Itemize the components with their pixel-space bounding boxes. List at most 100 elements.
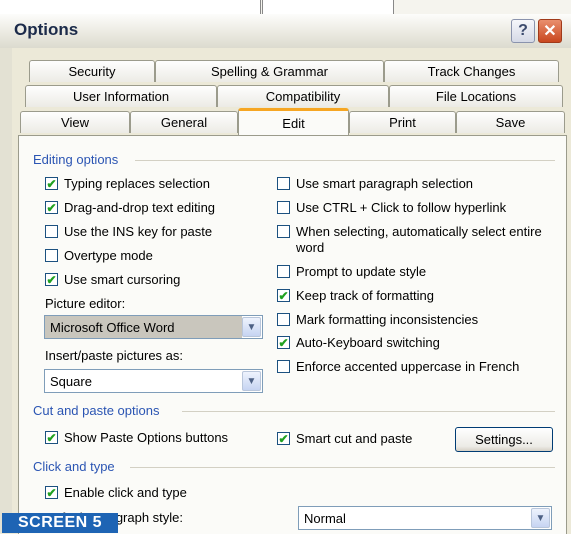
tab-label: User Information (72, 89, 170, 104)
smart-cut-paste-checkbox[interactable]: ✔ Smart cut and paste (277, 431, 412, 447)
editing-options-header: Editing options (33, 152, 119, 167)
checkbox-box: ✔ (45, 201, 58, 214)
cut-paste-options-header: Cut and paste options (33, 403, 160, 418)
checkbox-box: ✔ (45, 273, 58, 286)
enable-click-type-checkbox[interactable]: ✔ Enable click and type (45, 485, 187, 501)
smart-cursoring-checkbox[interactable]: ✔ Use smart cursoring (45, 272, 180, 288)
checkbox-label: Keep track of formatting (296, 288, 435, 303)
checkbox-label: Enforce accented uppercase in French (296, 359, 520, 374)
title-bar: Options ? ✕ (0, 14, 571, 49)
smart-paragraph-selection-checkbox[interactable]: Use smart paragraph selection (277, 176, 473, 192)
tab-label: File Locations (435, 89, 517, 104)
checkbox-box: ✔ (277, 289, 290, 302)
checkbox-box (45, 225, 58, 238)
tab-spelling-grammar[interactable]: Spelling & Grammar (155, 60, 384, 82)
help-icon: ? (518, 22, 528, 39)
tab-label: Security (68, 64, 116, 79)
checkbox-label: Use smart cursoring (64, 272, 181, 287)
check-icon: ✔ (278, 335, 289, 350)
checkbox-label: Show Paste Options buttons (64, 430, 229, 445)
check-icon: ✔ (278, 431, 289, 446)
ins-key-paste-checkbox[interactable]: Use the INS key for paste (45, 224, 212, 240)
tab-print[interactable]: Print (349, 111, 456, 133)
overtype-mode-checkbox[interactable]: Overtype mode (45, 248, 153, 264)
settings-button[interactable]: Settings... (455, 427, 553, 452)
checkbox-box: ✔ (45, 431, 58, 444)
checkbox-box (277, 265, 290, 278)
ctrl-click-hyperlink-checkbox[interactable]: Use CTRL + Click to follow hyperlink (277, 200, 506, 216)
tab-label: Track Changes (427, 64, 516, 79)
tab-track-changes[interactable]: Track Changes (384, 60, 559, 82)
auto-keyboard-switching-checkbox[interactable]: ✔ Auto-Keyboard switching (277, 335, 440, 351)
tab-label: General (160, 115, 208, 130)
insert-paste-select[interactable]: Square ▼ (44, 369, 263, 393)
tab-label: Edit (282, 115, 305, 131)
checkbox-box: ✔ (277, 432, 290, 445)
chevron-down-icon[interactable]: ▼ (531, 508, 550, 528)
tab-security[interactable]: Security (29, 60, 155, 82)
drag-drop-editing-checkbox[interactable]: ✔ Drag-and-drop text editing (45, 200, 215, 216)
checkbox-box (277, 360, 290, 373)
tab-compatibility[interactable]: Compatibility (217, 85, 389, 107)
group-divider (182, 411, 555, 412)
click-and-type-header: Click and type (33, 459, 115, 474)
checkbox-label: Use the INS key for paste (64, 224, 213, 239)
picture-editor-select[interactable]: Microsoft Office Word ▼ (44, 315, 263, 339)
select-value: Microsoft Office Word (45, 316, 242, 338)
check-icon: ✔ (46, 430, 57, 445)
typing-replaces-selection-checkbox[interactable]: ✔ Typing replaces selection (45, 176, 210, 192)
chevron-down-icon[interactable]: ▼ (242, 317, 261, 337)
check-icon: ✔ (46, 176, 57, 191)
insert-paste-label: Insert/paste pictures as: (45, 348, 184, 363)
select-value: Square (50, 373, 92, 389)
select-entire-word-checkbox[interactable]: When selecting, automatically select ent… (277, 224, 547, 256)
checkbox-box: ✔ (277, 336, 290, 349)
checkbox-box (277, 225, 290, 238)
tab-label: Save (495, 115, 526, 130)
checkbox-label: When selecting, automatically select ent… (296, 224, 542, 255)
keep-track-formatting-checkbox[interactable]: ✔ Keep track of formatting (277, 288, 434, 304)
picture-editor-label: Picture editor: (45, 296, 126, 311)
tab-general[interactable]: General (130, 111, 238, 133)
default-paragraph-style-select[interactable]: Normal ▼ (298, 506, 552, 530)
checkbox-label: Typing replaces selection (64, 176, 210, 191)
tab-save[interactable]: Save (456, 111, 565, 133)
group-divider (135, 160, 555, 161)
checkbox-label: Use CTRL + Click to follow hyperlink (296, 200, 507, 215)
checkbox-box: ✔ (45, 486, 58, 499)
checkbox-label: Smart cut and paste (296, 431, 413, 446)
checkbox-label: Drag-and-drop text editing (64, 200, 216, 215)
checkbox-box (277, 177, 290, 190)
checkbox-label: Use smart paragraph selection (296, 176, 474, 191)
tab-label: Spelling & Grammar (210, 64, 329, 79)
check-icon: ✔ (46, 272, 57, 287)
checkbox-label: Auto-Keyboard switching (296, 335, 440, 350)
checkbox-label: Enable click and type (64, 485, 187, 500)
checkbox-box (45, 249, 58, 262)
help-button[interactable]: ? (511, 19, 535, 43)
tab-label: Compatibility (265, 89, 341, 104)
close-icon: ✕ (543, 23, 557, 40)
close-button[interactable]: ✕ (538, 19, 562, 43)
checkbox-label: Prompt to update style (296, 264, 427, 279)
tab-file-locations[interactable]: File Locations (389, 85, 563, 107)
checkbox-box: ✔ (45, 177, 58, 190)
tab-user-information[interactable]: User Information (25, 85, 217, 107)
chevron-down-icon[interactable]: ▼ (242, 371, 261, 391)
prompt-update-style-checkbox[interactable]: Prompt to update style (277, 264, 426, 280)
checkbox-box (277, 201, 290, 214)
select-value: Normal (304, 510, 346, 526)
tab-view[interactable]: View (20, 111, 130, 133)
check-icon: ✔ (46, 200, 57, 215)
screen-badge: SCREEN 5 (2, 513, 118, 533)
tab-edit[interactable]: Edit (238, 108, 349, 135)
enforce-accented-uppercase-checkbox[interactable]: Enforce accented uppercase in French (277, 359, 519, 375)
window-title: Options (14, 20, 79, 39)
checkbox-label: Overtype mode (64, 248, 153, 263)
checkbox-box (277, 313, 290, 326)
group-divider (130, 467, 555, 468)
mark-formatting-inconsistencies-checkbox[interactable]: Mark formatting inconsistencies (277, 312, 478, 328)
tab-label: Print (389, 115, 416, 130)
check-icon: ✔ (278, 288, 289, 303)
show-paste-options-checkbox[interactable]: ✔ Show Paste Options buttons (45, 430, 228, 446)
